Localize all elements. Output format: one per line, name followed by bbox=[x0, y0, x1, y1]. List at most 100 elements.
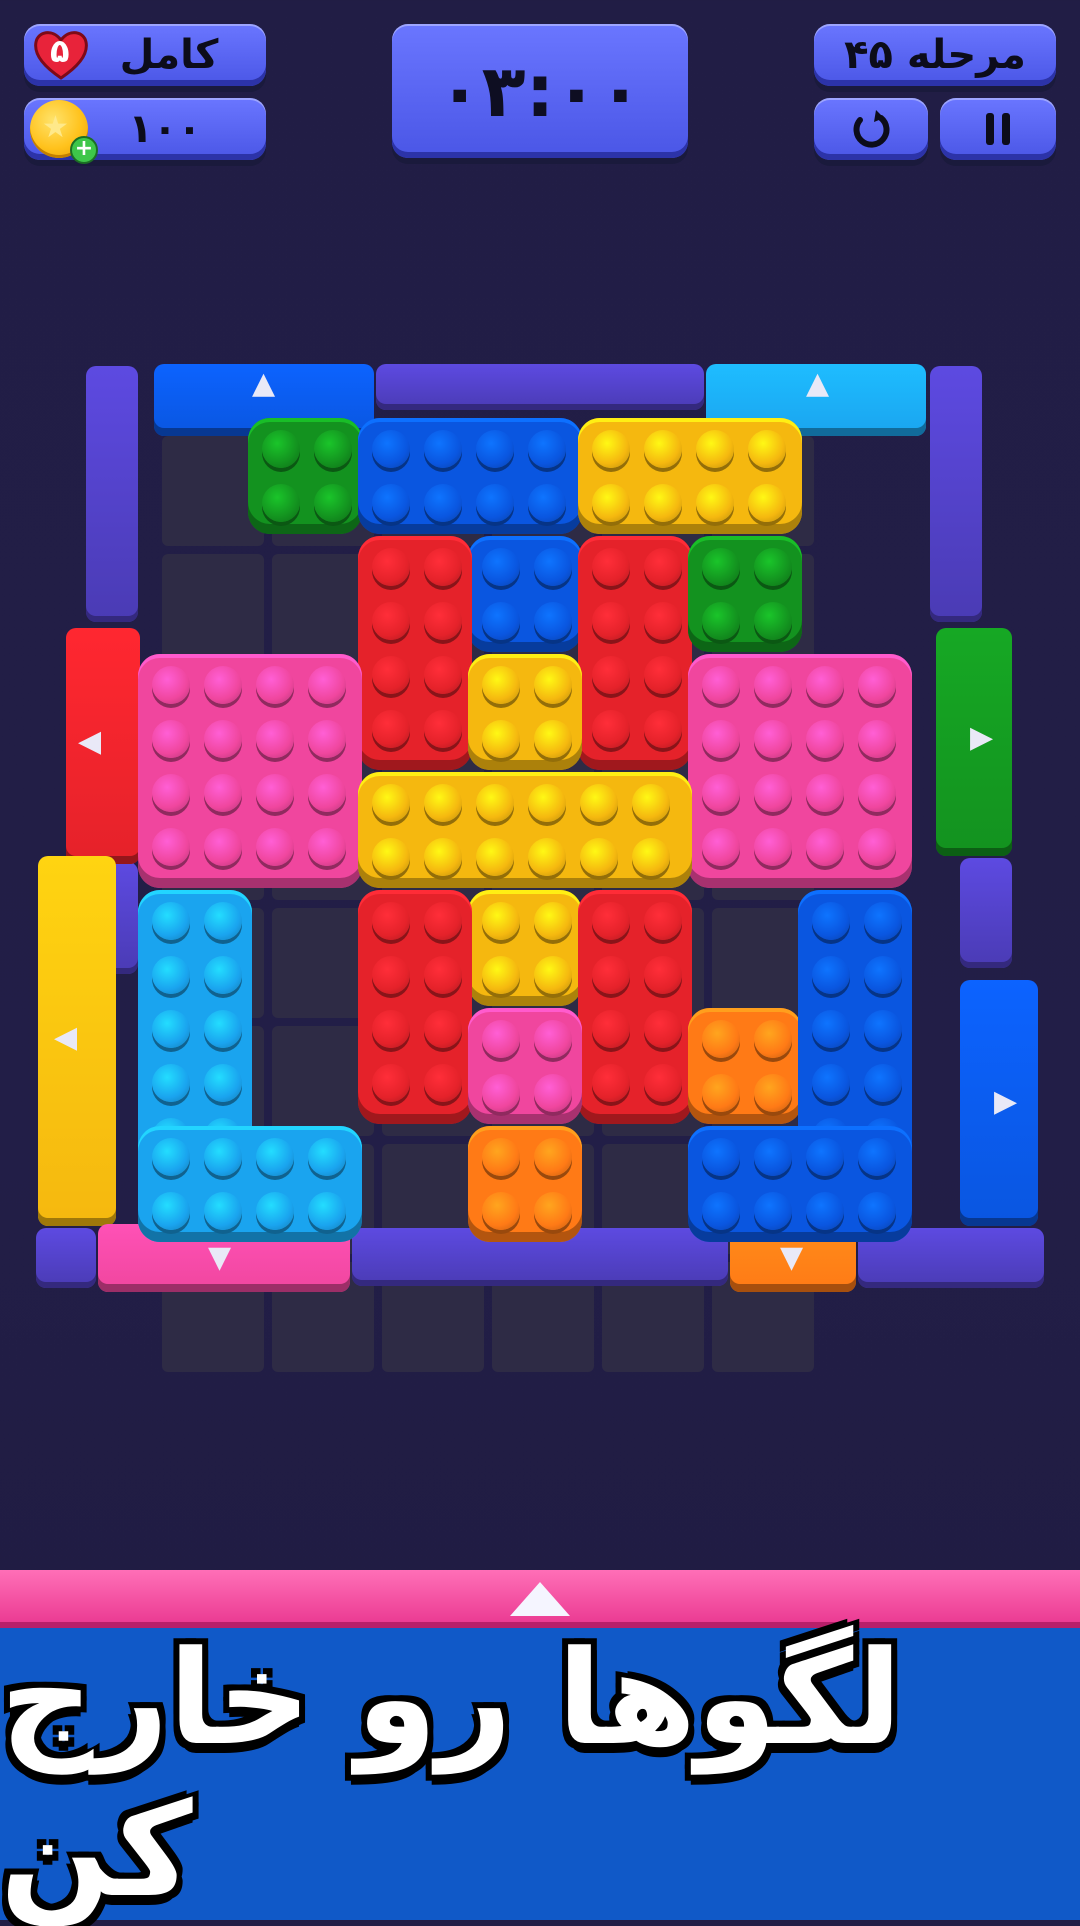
stud bbox=[702, 1020, 740, 1058]
stud bbox=[308, 720, 346, 758]
orange-block-right[interactable] bbox=[688, 1008, 802, 1124]
stud bbox=[482, 902, 520, 940]
stud bbox=[372, 484, 410, 522]
pink-block-small[interactable] bbox=[468, 1008, 582, 1124]
stud bbox=[482, 956, 520, 994]
stud bbox=[644, 548, 682, 586]
red-block-left-bottom[interactable] bbox=[358, 890, 472, 1124]
stud bbox=[308, 828, 346, 866]
stud bbox=[534, 1074, 572, 1112]
stud bbox=[308, 666, 346, 704]
stud bbox=[476, 838, 514, 876]
blue-t-block[interactable] bbox=[468, 536, 582, 652]
stud bbox=[152, 1192, 190, 1230]
stud bbox=[696, 430, 734, 468]
stud bbox=[424, 1010, 462, 1048]
stud bbox=[754, 1020, 792, 1058]
stud bbox=[806, 828, 844, 866]
stud bbox=[644, 602, 682, 640]
stud bbox=[152, 1010, 190, 1048]
stud bbox=[476, 784, 514, 822]
stud bbox=[256, 774, 294, 812]
stud bbox=[424, 430, 462, 468]
stud bbox=[644, 710, 682, 748]
stud bbox=[256, 1192, 294, 1230]
stud bbox=[812, 902, 850, 940]
stud bbox=[644, 1010, 682, 1048]
stud bbox=[534, 666, 572, 704]
stud bbox=[424, 1064, 462, 1102]
blue-t-block[interactable] bbox=[358, 418, 582, 534]
stud bbox=[864, 956, 902, 994]
stud bbox=[592, 548, 630, 586]
red-block-left-top[interactable] bbox=[358, 536, 472, 770]
stud bbox=[372, 838, 410, 876]
stud bbox=[632, 838, 670, 876]
stud bbox=[152, 1064, 190, 1102]
stud bbox=[592, 602, 630, 640]
stud bbox=[372, 956, 410, 994]
stud bbox=[858, 774, 896, 812]
stud bbox=[308, 774, 346, 812]
yellow-cross-block[interactable] bbox=[468, 654, 582, 770]
stud bbox=[482, 720, 520, 758]
gate-arrow-icon: ▼ bbox=[208, 1240, 232, 1275]
stud bbox=[204, 720, 242, 758]
stud bbox=[528, 484, 566, 522]
stud bbox=[702, 602, 740, 640]
stud bbox=[534, 956, 572, 994]
stud bbox=[812, 1064, 850, 1102]
stud bbox=[592, 656, 630, 694]
yellow-cross-block[interactable] bbox=[468, 890, 582, 1006]
yellow-exit-gate: ◀ bbox=[38, 856, 116, 1226]
wall-segment bbox=[86, 366, 138, 622]
stud bbox=[754, 1192, 792, 1230]
stud bbox=[864, 1064, 902, 1102]
stud bbox=[372, 656, 410, 694]
stud bbox=[482, 548, 520, 586]
stud bbox=[534, 720, 572, 758]
stud bbox=[534, 548, 572, 586]
stud bbox=[644, 484, 682, 522]
stud bbox=[858, 828, 896, 866]
stud bbox=[256, 828, 294, 866]
stud bbox=[424, 548, 462, 586]
stud bbox=[152, 902, 190, 940]
up-arrow-icon bbox=[510, 1582, 570, 1616]
orange-block-center[interactable] bbox=[468, 1126, 582, 1242]
stud bbox=[204, 956, 242, 994]
stud bbox=[702, 1192, 740, 1230]
stud bbox=[204, 774, 242, 812]
stud bbox=[262, 430, 300, 468]
stud bbox=[308, 1192, 346, 1230]
stud bbox=[644, 656, 682, 694]
stud bbox=[204, 1192, 242, 1230]
stud bbox=[592, 902, 630, 940]
stud bbox=[806, 1138, 844, 1176]
green-block-2x2-top[interactable] bbox=[248, 418, 362, 534]
stud bbox=[372, 784, 410, 822]
stud bbox=[592, 484, 630, 522]
stud bbox=[754, 720, 792, 758]
stud bbox=[864, 902, 902, 940]
stud bbox=[476, 484, 514, 522]
yellow-cross-block[interactable] bbox=[358, 772, 692, 888]
instruction-text: لگوها رو خارج کن bbox=[0, 1622, 903, 1926]
stud bbox=[534, 1138, 572, 1176]
green-block-mid[interactable] bbox=[688, 536, 802, 652]
stud bbox=[702, 1138, 740, 1176]
yellow-block-top[interactable] bbox=[578, 418, 802, 534]
pink-block-right[interactable] bbox=[688, 654, 912, 888]
stud bbox=[702, 1074, 740, 1112]
stud bbox=[644, 902, 682, 940]
red-block-right-top[interactable] bbox=[578, 536, 692, 770]
stud bbox=[858, 1138, 896, 1176]
skyblue-l-block[interactable] bbox=[138, 1126, 362, 1242]
red-block-right-bottom[interactable] bbox=[578, 890, 692, 1124]
stud bbox=[702, 548, 740, 586]
stud bbox=[702, 774, 740, 812]
stud bbox=[534, 602, 572, 640]
pink-block-left[interactable] bbox=[138, 654, 362, 888]
blue-l-block-right[interactable] bbox=[688, 1126, 912, 1242]
stud bbox=[152, 1138, 190, 1176]
